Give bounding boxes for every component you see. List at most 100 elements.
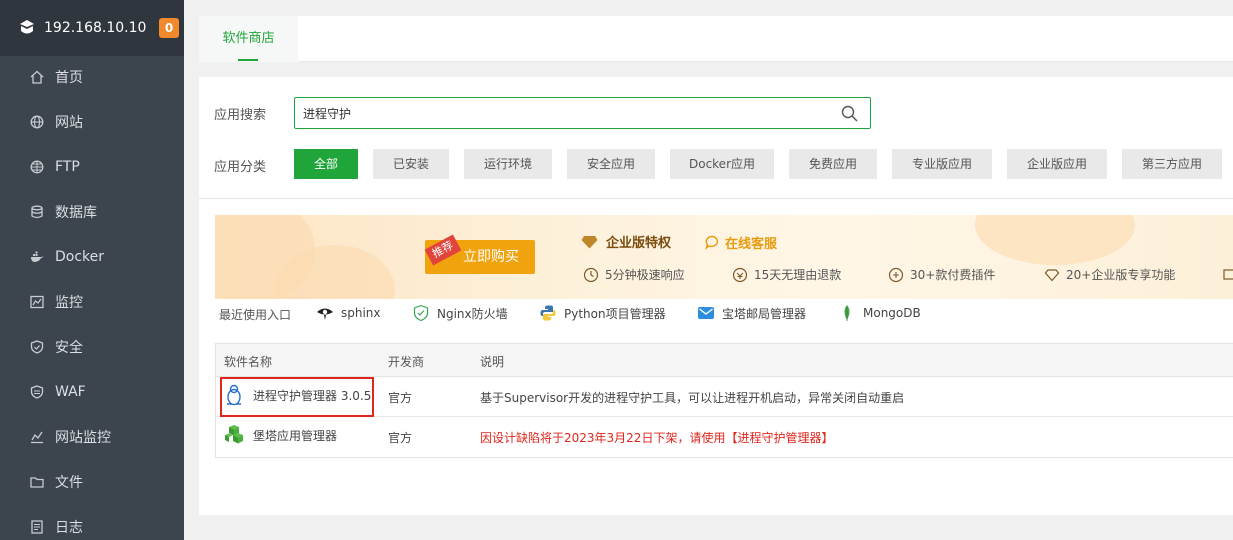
- software-name: 进程守护管理器 3.0.5: [253, 388, 372, 403]
- plugin-icon: [888, 267, 904, 282]
- category-pro[interactable]: 专业版应用: [892, 149, 992, 179]
- software-name-cell[interactable]: 进程守护管理器 3.0.5: [224, 384, 371, 406]
- server-logo-icon: [20, 20, 34, 34]
- notification-badge[interactable]: 0: [159, 18, 179, 38]
- server-header[interactable]: 192.168.10.10: [0, 0, 184, 56]
- online-service-link[interactable]: 在线客服: [705, 233, 777, 252]
- search-icon[interactable]: [841, 105, 858, 122]
- category-all[interactable]: 全部: [294, 149, 358, 179]
- recent-item-label: Nginx防火墙: [437, 306, 508, 321]
- category-label: 应用分类: [214, 160, 267, 175]
- sidebar-item-monitor[interactable]: 监控: [0, 279, 184, 324]
- ftp-globe-icon: [30, 160, 44, 173]
- folder-icon: [30, 476, 44, 488]
- home-icon: [30, 70, 44, 84]
- category-runtime[interactable]: 运行环境: [464, 149, 552, 179]
- enterprise-title-text: 企业版特权: [606, 236, 672, 251]
- sidebar-item-waf[interactable]: WAF: [0, 369, 184, 414]
- recent-item-python[interactable]: Python项目管理器: [539, 304, 666, 322]
- active-tab-indicator: [238, 59, 258, 61]
- mail-icon: [698, 307, 714, 319]
- category-free[interactable]: 免费应用: [789, 149, 877, 179]
- category-installed[interactable]: 已安装: [373, 149, 449, 179]
- software-name-cell[interactable]: 堡塔应用管理器: [224, 424, 337, 446]
- banner-decoration: [975, 215, 1135, 265]
- sidebar: 192.168.10.10 0 首页 网站 FTP 数据库 Docker 监控 …: [0, 0, 184, 540]
- sidebar-item-home[interactable]: 首页: [0, 54, 184, 99]
- nginx-shield-icon: [413, 304, 429, 322]
- mail-icon: [1223, 269, 1233, 280]
- table-row[interactable]: 堡塔应用管理器 官方 因设计缺陷将于2023年3月22日下架，请使用【进程守护管…: [216, 417, 1233, 457]
- enterprise-banner: 立即购买 推荐 企业版特权 在线客服 5分钟极速响应 15天无理由退款 30+款…: [215, 215, 1233, 299]
- divider: [199, 198, 1233, 199]
- tab-software-store[interactable]: 软件商店: [199, 16, 298, 62]
- feature-item: 15天无理由退款: [732, 266, 841, 283]
- recent-item-label: MongoDB: [863, 306, 921, 320]
- sidebar-item-docker[interactable]: Docker: [0, 234, 184, 279]
- search-label: 应用搜索: [214, 108, 267, 123]
- globe-icon: [30, 115, 44, 128]
- software-name: 堡塔应用管理器: [253, 428, 338, 443]
- category-third-party[interactable]: 第三方应用: [1122, 149, 1222, 179]
- description-cell: 基于Supervisor开发的进程守护工具，可以让进程开机启动，异常关闭自动重启: [480, 391, 905, 405]
- category-docker[interactable]: Docker应用: [670, 149, 774, 179]
- feature-label: 30+款付费插件: [910, 268, 996, 282]
- feature-item: 20+企业版专享功能: [1044, 266, 1175, 283]
- sidebar-item-files[interactable]: 文件: [0, 459, 184, 504]
- sidebar-item-database[interactable]: 数据库: [0, 189, 184, 234]
- sidebar-item-label: Docker: [55, 248, 105, 265]
- search-input[interactable]: 进程守护: [294, 97, 871, 129]
- sidebar-item-label: 网站监控: [55, 429, 111, 446]
- sidebar-item-site-monitor[interactable]: 网站监控: [0, 414, 184, 459]
- tab-label: 软件商店: [222, 31, 275, 46]
- sidebar-item-label: 日志: [55, 519, 83, 536]
- chart-icon: [31, 431, 43, 443]
- feature-item: 5分钟极速响应: [583, 266, 685, 283]
- diamond-icon: [581, 235, 598, 248]
- sidebar-item-label: FTP: [55, 158, 80, 175]
- docker-icon: [31, 251, 44, 262]
- recent-item-sphinx[interactable]: sphinx: [316, 304, 381, 322]
- sidebar-item-label: 监控: [55, 294, 83, 311]
- sidebar-item-label: 安全: [55, 339, 83, 356]
- search-value: 进程守护: [303, 107, 352, 121]
- sidebar-item-label: 网站: [55, 114, 83, 131]
- column-header-name: 软件名称: [224, 355, 273, 369]
- recent-item-nginx-firewall[interactable]: Nginx防火墙: [412, 304, 508, 322]
- table-row[interactable]: 进程守护管理器 3.0.5 官方 基于Supervisor开发的进程守护工具，可…: [216, 377, 1233, 417]
- refund-icon: [732, 267, 748, 282]
- sidebar-item-label: 首页: [55, 69, 83, 86]
- feature-item: 30+款付费插件: [888, 266, 995, 283]
- chat-icon: [705, 235, 719, 250]
- sidebar-item-logs[interactable]: 日志: [0, 504, 184, 540]
- database-icon: [31, 205, 43, 218]
- eye-icon: [317, 308, 333, 320]
- waf-shield-icon: [30, 384, 44, 399]
- recent-label: 最近使用入口: [219, 308, 292, 322]
- table-header: 软件名称 开发商 说明: [216, 344, 1233, 377]
- main-panel: 应用搜索 进程守护 应用分类 全部 已安装 运行环境 安全应用 Docker应用…: [199, 77, 1233, 515]
- clock-icon: [583, 267, 599, 282]
- sidebar-item-ftp[interactable]: FTP: [0, 144, 184, 189]
- software-table: 软件名称 开发商 说明 进程守护管理器 3.0.5 官方 基于Superviso…: [215, 343, 1233, 458]
- sidebar-item-security[interactable]: 安全: [0, 324, 184, 369]
- sidebar-item-label: 文件: [55, 474, 83, 491]
- python-icon: [540, 305, 556, 321]
- category-enterprise[interactable]: 企业版应用: [1007, 149, 1107, 179]
- sidebar-item-label: 数据库: [55, 204, 97, 221]
- linux-penguin-icon: [227, 384, 241, 406]
- vendor-cell: 官方: [388, 431, 413, 445]
- recent-item-mongodb[interactable]: MongoDB: [838, 304, 921, 322]
- sidebar-item-label: WAF: [55, 383, 86, 400]
- buy-now-label: 立即购买: [463, 249, 519, 265]
- online-service-label: 在线客服: [725, 237, 778, 252]
- recent-item-label: sphinx: [341, 306, 381, 320]
- recent-item-mail-manager[interactable]: 宝塔邮局管理器: [697, 304, 806, 322]
- category-security[interactable]: 安全应用: [567, 149, 655, 179]
- sidebar-item-website[interactable]: 网站: [0, 99, 184, 144]
- mongodb-leaf-icon: [844, 305, 850, 321]
- log-icon: [31, 519, 43, 534]
- column-header-description: 说明: [480, 355, 505, 369]
- cube-icon: [225, 425, 243, 444]
- tab-bar: 软件商店: [199, 16, 1233, 62]
